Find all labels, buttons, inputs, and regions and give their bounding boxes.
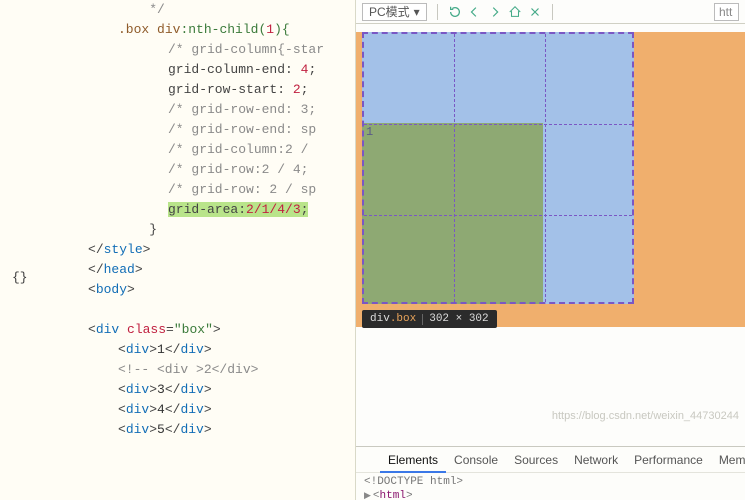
code-line[interactable]: <div class="box">: [48, 320, 355, 340]
devtools-tab-console[interactable]: Console: [446, 447, 506, 473]
devtools-tab-network[interactable]: Network: [566, 447, 626, 473]
device-mode-dropdown[interactable]: PC模式 ▾: [362, 3, 427, 21]
preview-pane: PC模式 ▾ htt 1: [355, 0, 745, 500]
device-mode-label: PC模式: [369, 4, 410, 20]
code-line[interactable]: */: [48, 0, 355, 20]
code-line[interactable]: <div>3</div>: [48, 380, 355, 400]
code-line[interactable]: /* grid-row-end: sp: [48, 120, 355, 140]
devtools-tab-memory[interactable]: Memory: [711, 447, 745, 473]
code-line[interactable]: <div>1</div>: [48, 340, 355, 360]
code-line[interactable]: <div>4</div>: [48, 400, 355, 420]
devtools-tabs: ElementsConsoleSourcesNetworkPerformance…: [356, 447, 745, 473]
code-line[interactable]: </head>: [48, 260, 355, 280]
render-canvas: 1 div.box 302 × 302 https://blog.csdn.ne…: [356, 24, 745, 434]
code-line[interactable]: grid-column-end: 4;: [48, 60, 355, 80]
toolbar-separator: [552, 4, 553, 20]
preview-toolbar: PC模式 ▾ htt: [356, 0, 745, 24]
devtools-tab-sources[interactable]: Sources: [506, 447, 566, 473]
code-line[interactable]: /* grid-row-end: 3;: [48, 100, 355, 120]
devtools-panel: ElementsConsoleSourcesNetworkPerformance…: [356, 446, 745, 500]
code-line[interactable]: }: [48, 220, 355, 240]
code-line[interactable]: /* grid-column{-star: [48, 40, 355, 60]
devtools-tab-elements[interactable]: Elements: [380, 447, 446, 473]
tooltip-tag: div: [370, 313, 390, 325]
devtools-tab-performance[interactable]: Performance: [626, 447, 711, 473]
grid-inspector-overlay: [362, 32, 634, 304]
code-line[interactable]: grid-row-start: 2;: [48, 80, 355, 100]
back-icon[interactable]: [468, 5, 482, 19]
code-editor[interactable]: {} */.box div:nth-child(1){/* grid-colum…: [0, 0, 355, 500]
dom-tree[interactable]: <!DOCTYPE html> ▶<html>: [356, 473, 745, 500]
code-line[interactable]: .box div:nth-child(1){: [48, 20, 355, 40]
code-line[interactable]: /* grid-row:2 / 4;: [48, 160, 355, 180]
tree-caret-icon[interactable]: ▶: [364, 491, 371, 500]
code-line[interactable]: <!-- <div >2</div>: [48, 360, 355, 380]
code-line[interactable]: grid-area:2/1/4/3;: [48, 200, 355, 220]
code-line[interactable]: [48, 300, 355, 320]
gutter-fold-marker: {}: [12, 268, 28, 288]
tooltip-class: .box: [390, 313, 416, 325]
clear-icon[interactable]: [528, 5, 542, 19]
home-icon[interactable]: [508, 5, 522, 19]
toolbar-separator: [437, 4, 438, 20]
url-input[interactable]: htt: [714, 3, 739, 21]
chevron-down-icon: ▾: [414, 4, 420, 20]
code-line[interactable]: /* grid-column:2 /: [48, 140, 355, 160]
code-line[interactable]: <div>5</div>: [48, 420, 355, 440]
tooltip-dimensions: 302 × 302: [429, 313, 488, 325]
dom-doctype: <!DOCTYPE html>: [364, 476, 463, 488]
refresh-icon[interactable]: [448, 5, 462, 19]
code-line[interactable]: <body>: [48, 280, 355, 300]
watermark-text: https://blog.csdn.net/weixin_44730244: [552, 410, 739, 422]
element-size-tooltip: div.box 302 × 302: [362, 310, 497, 328]
dom-html-tag: html: [380, 490, 406, 500]
forward-icon[interactable]: [488, 5, 502, 19]
code-line[interactable]: /* grid-row: 2 / sp: [48, 180, 355, 200]
code-line[interactable]: </style>: [48, 240, 355, 260]
